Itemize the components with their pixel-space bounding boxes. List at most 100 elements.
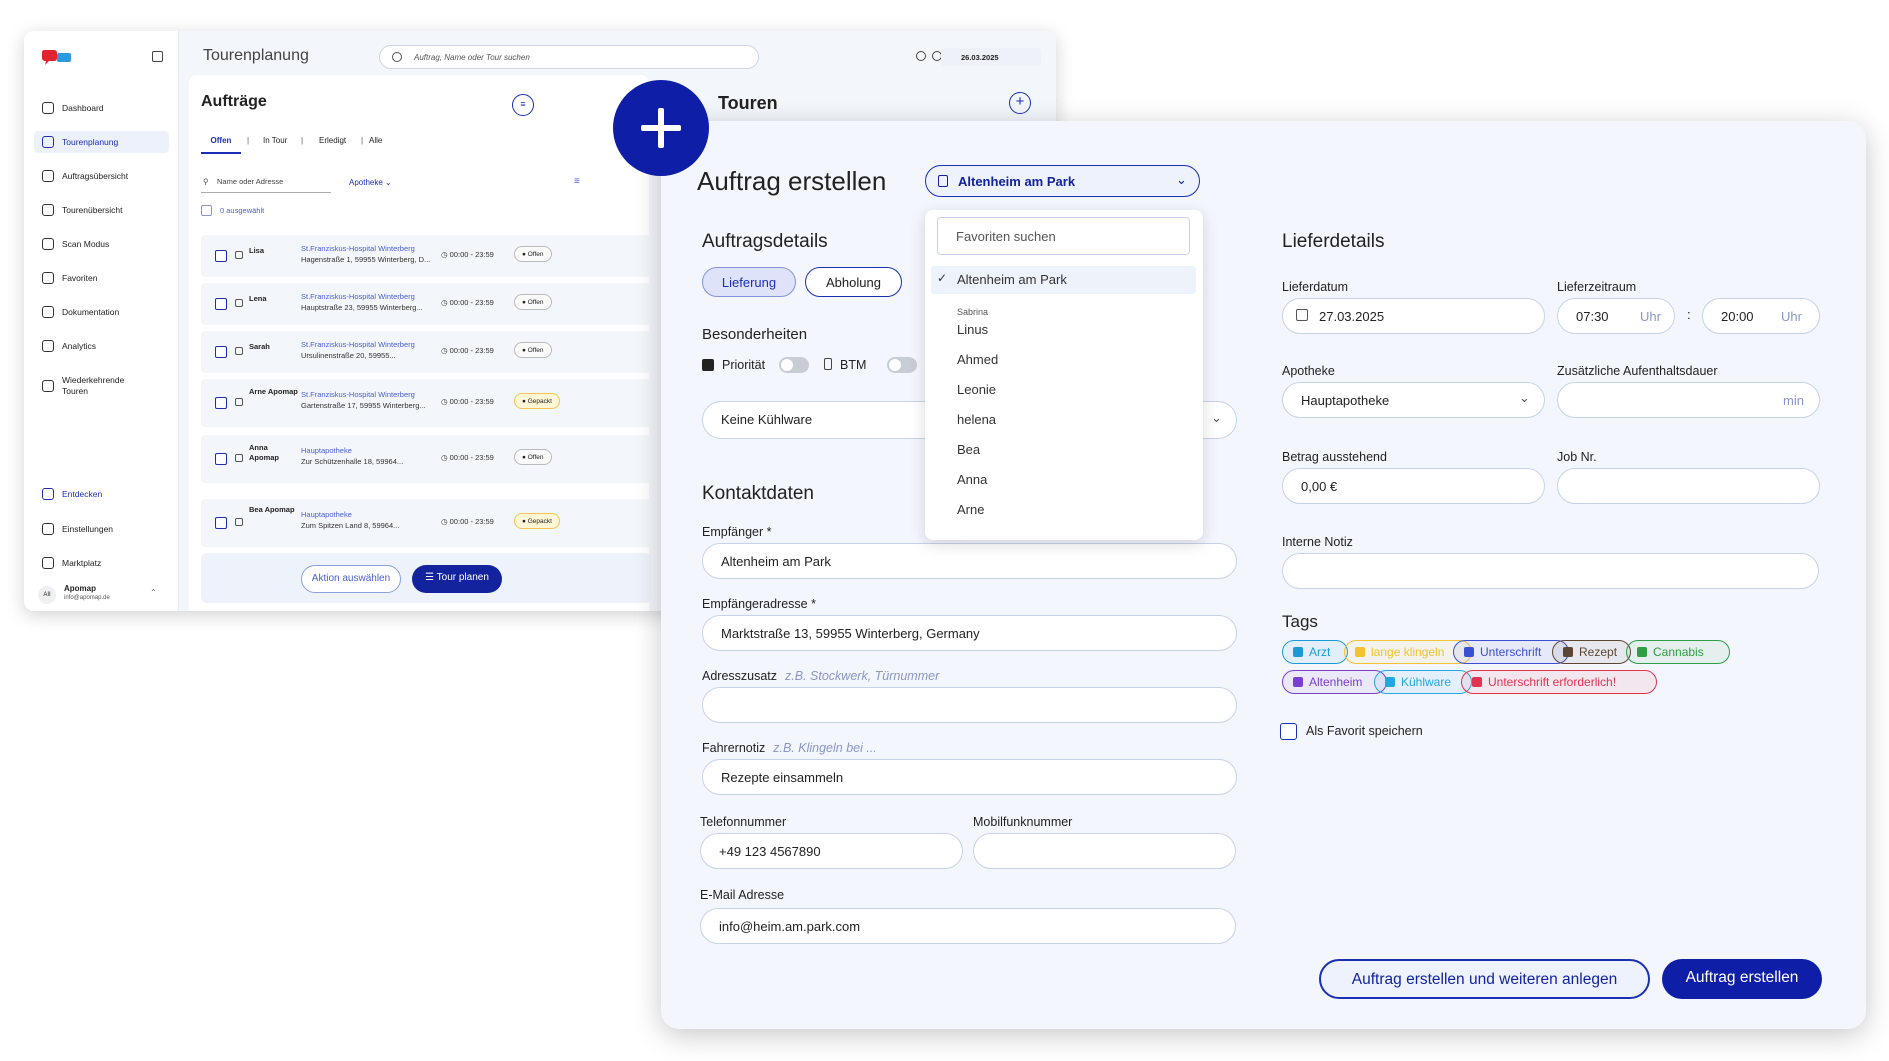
sidebar-item-analytics[interactable]: Analytics <box>34 335 169 357</box>
tab-erledigt[interactable]: Erledigt <box>319 130 346 154</box>
delivery-date-input[interactable]: 27.03.2025 <box>1282 298 1545 334</box>
type-pickup-button[interactable]: Abholung <box>805 267 902 297</box>
time-unit: Uhr <box>1781 309 1802 324</box>
orders-title: Aufträge <box>201 93 267 110</box>
internal-note-input[interactable] <box>1282 553 1819 589</box>
mobile-input[interactable] <box>973 833 1236 869</box>
select-all-checkbox[interactable] <box>201 205 212 216</box>
stay-duration-input[interactable]: min <box>1557 382 1820 418</box>
row-checkbox[interactable] <box>215 453 227 465</box>
tag-chip[interactable]: Arzt <box>1282 640 1348 664</box>
row-checkbox[interactable] <box>215 397 227 409</box>
dropdown-item[interactable]: Arne <box>957 502 984 517</box>
plan-tour-button[interactable]: ☰ Tour planen <box>412 565 502 593</box>
driver-note-label-text: Fahrernotiz <box>702 741 766 755</box>
row-checkbox[interactable] <box>215 250 227 262</box>
tag-chip[interactable]: Rezept <box>1552 640 1631 664</box>
create-and-new-button[interactable]: Auftrag erstellen und weiteren anlegen <box>1319 959 1650 999</box>
filter-icon[interactable]: ≡ <box>574 176 580 187</box>
tab-in-tour[interactable]: In Tour <box>263 130 287 154</box>
dropdown-item[interactable]: Anna <box>957 472 987 487</box>
address-extra-input[interactable] <box>702 687 1237 723</box>
driver-note-input[interactable]: Rezepte einsammeln <box>702 759 1237 795</box>
dropdown-item[interactable]: Leonie <box>957 382 996 397</box>
delivery-heading: Lieferdetails <box>1282 231 1385 252</box>
order-row[interactable]: Lena St.Franziskus-Hospital Winterberg H… <box>201 283 651 325</box>
sidebar-item-wiederkehrende-touren[interactable]: Wiederkehrende Touren <box>34 371 169 401</box>
sidebar-item-marktplatz[interactable]: Marktplatz <box>34 552 169 574</box>
status-badge: ● Offen <box>514 294 552 310</box>
check-icon: ✓ <box>937 271 948 285</box>
row-checkbox[interactable] <box>215 298 227 310</box>
row-checkbox[interactable] <box>215 346 227 358</box>
email-input[interactable]: info@heim.am.park.com <box>700 908 1236 944</box>
sidebar-item-entdecken[interactable]: Entdecken <box>34 483 169 505</box>
current-date: 26.03.2025 <box>961 53 999 62</box>
favorite-checkbox[interactable] <box>1280 723 1297 740</box>
dropdown-item[interactable]: Bea <box>957 442 980 457</box>
amount-input[interactable]: 0,00 € <box>1282 468 1545 504</box>
snowflake-icon <box>1385 677 1395 687</box>
order-row[interactable]: Lisa St.Franziskus-Hospital Winterberg H… <box>201 235 651 277</box>
sidebar-item-dashboard[interactable]: Dashboard <box>34 97 169 119</box>
sidebar-toggle-icon[interactable] <box>152 51 163 62</box>
sidebar-item-scan-modus[interactable]: Scan Modus <box>34 233 169 255</box>
favorite-preset-select[interactable]: Altenheim am Park ⌄ <box>925 165 1200 197</box>
sidebar-item-tourenuebersicht[interactable]: Tourenübersicht <box>34 199 169 221</box>
job-number-label: Job Nr. <box>1557 450 1597 464</box>
tag-chip[interactable]: Cannabis <box>1626 640 1730 664</box>
dropdown-item-selected[interactable]: Altenheim am Park <box>957 272 1067 287</box>
order-row[interactable]: Anna Apomap Hauptapotheke Zur Schützenha… <box>201 435 651 483</box>
dropdown-item[interactable]: Ahmed <box>957 352 998 367</box>
sidebar-item-label: Auftragsübersicht <box>62 171 129 181</box>
global-search-input[interactable]: Auftrag, Name oder Tour suchen <box>379 45 759 69</box>
time-from-input[interactable]: 07:30 Uhr <box>1557 298 1675 334</box>
sidebar-item-einstellungen[interactable]: Einstellungen <box>34 518 169 540</box>
sidebar-item-dokumentation[interactable]: Dokumentation <box>34 301 169 323</box>
user-menu[interactable]: AII Apomap info@apomap.de ⌃ <box>38 584 168 606</box>
cooling-value: Keine Kühlware <box>721 412 813 427</box>
favorites-search-input[interactable]: Favoriten suchen <box>937 217 1190 255</box>
row-checkbox[interactable] <box>215 517 227 529</box>
btm-toggle[interactable] <box>887 357 917 373</box>
phone-input[interactable]: +49 123 4567890 <box>700 833 963 869</box>
create-order-button[interactable]: Auftrag erstellen <box>1662 959 1822 999</box>
gear-icon <box>42 523 54 535</box>
sidebar-item-label: Dokumentation <box>62 307 120 317</box>
order-row[interactable]: Arne Apomap St.Franziskus-Hospital Winte… <box>201 379 651 427</box>
order-recipient: Anna Apomap <box>249 443 279 462</box>
sidebar-item-label: Wiederkehrende Touren <box>62 375 125 396</box>
type-delivery-button[interactable]: Lieferung <box>702 267 796 297</box>
walker-icon <box>1293 677 1303 687</box>
order-row[interactable]: Sarah St.Franziskus-Hospital Winterberg … <box>201 331 651 373</box>
list-settings-icon[interactable]: ≡ <box>512 94 534 116</box>
recipient-input[interactable]: Altenheim am Park <box>702 543 1237 579</box>
dropdown-item[interactable]: Linus <box>957 322 988 337</box>
sidebar-item-auftragsuebersicht[interactable]: Auftragsübersicht <box>34 165 169 187</box>
dropdown-item[interactable]: helena <box>957 412 996 427</box>
address-input[interactable]: Marktstraße 13, 59955 Winterberg, German… <box>702 615 1237 651</box>
repeat-icon <box>42 380 54 392</box>
order-pharmacy: Hauptapotheke <box>301 446 352 455</box>
tab-offen[interactable]: Offen <box>201 130 241 154</box>
bell-icon[interactable] <box>916 51 926 61</box>
pharmacy-filter-select[interactable]: Apotheke ⌄ <box>349 178 392 187</box>
tag-chip[interactable]: Altenheim <box>1282 670 1387 694</box>
time-value: 00:00 - 23:59 <box>449 453 494 462</box>
sidebar-item-tourenplanung[interactable]: Tourenplanung <box>34 131 169 153</box>
tag-chip[interactable]: Kühlware <box>1374 670 1472 694</box>
select-all[interactable]: 0 ausgewählt <box>201 205 264 216</box>
sidebar-item-favoriten[interactable]: Favoriten <box>34 267 169 289</box>
tag-chip[interactable]: Unterschrift erforderlich! <box>1461 670 1657 694</box>
time-to-input[interactable]: 20:00 Uhr <box>1702 298 1820 334</box>
phone-label: Telefonnummer <box>700 815 787 829</box>
select-action-button[interactable]: Aktion auswählen <box>301 565 401 593</box>
priority-toggle[interactable] <box>779 357 809 373</box>
tab-alle[interactable]: Alle <box>369 130 382 154</box>
job-number-input[interactable] <box>1557 468 1820 504</box>
add-tour-button[interactable]: + <box>1009 92 1031 114</box>
pharmacy-select[interactable]: Hauptapotheke ⌄ <box>1282 382 1545 418</box>
order-row[interactable]: Bea Apomap Hauptapotheke Zum Spitzen Lan… <box>201 499 661 547</box>
date-picker[interactable]: 26.03.2025 <box>941 48 1041 66</box>
order-filter-input[interactable]: ⚲ Name oder Adresse <box>201 177 331 193</box>
